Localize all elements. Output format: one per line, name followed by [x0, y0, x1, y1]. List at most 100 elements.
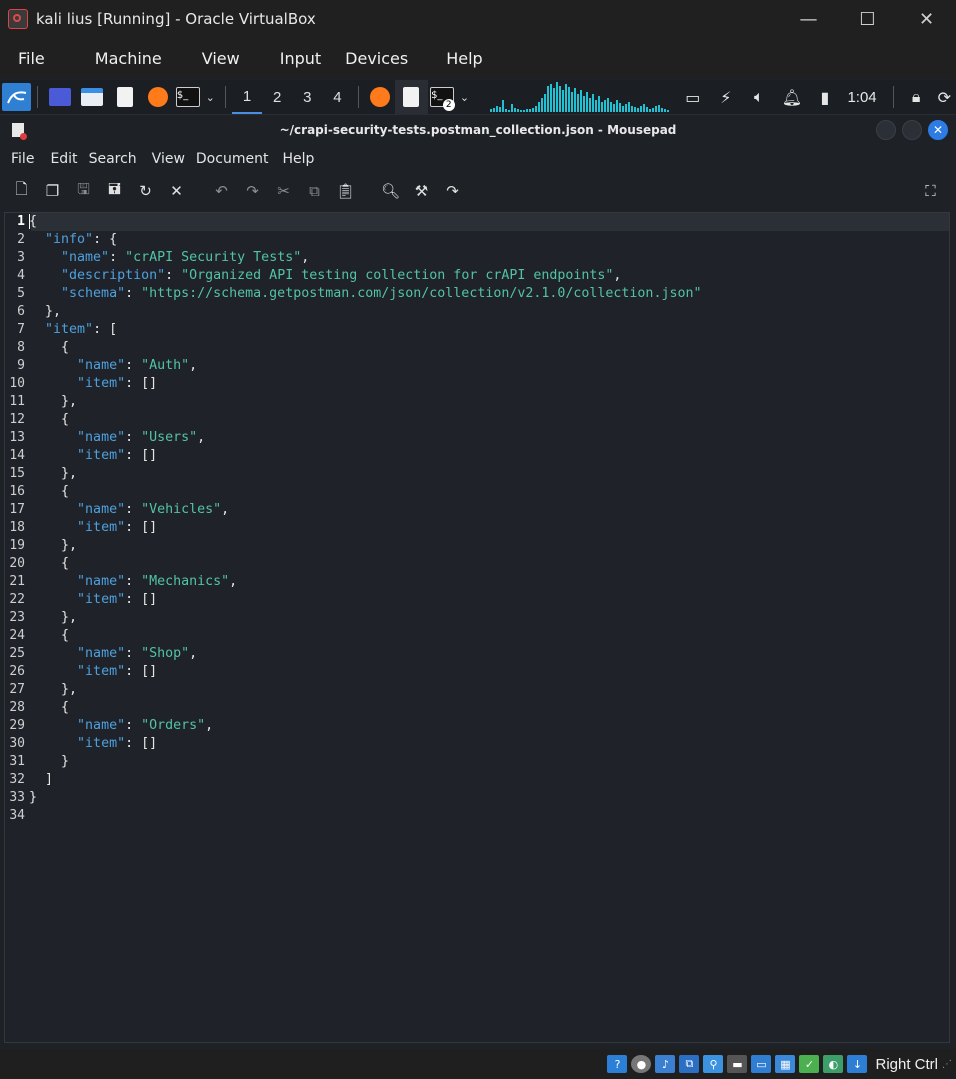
code-line[interactable]: "name": "Shop",: [29, 645, 197, 663]
code-line[interactable]: },: [29, 303, 61, 321]
shared-folders-icon[interactable]: ▬: [727, 1055, 748, 1073]
network-adapter-icon[interactable]: ⧉: [679, 1055, 700, 1073]
code-line[interactable]: {: [29, 699, 69, 717]
code-line[interactable]: "item": []: [29, 375, 157, 393]
find-icon[interactable]: 🔍︎: [375, 176, 406, 206]
file-manager-icon[interactable]: [75, 80, 108, 114]
lock-screen-icon[interactable]: 🔒︎: [900, 80, 933, 114]
chevron-down-icon[interactable]: ⌄: [457, 80, 473, 114]
vbox-menu-input[interactable]: Input: [256, 49, 321, 68]
mouse-integration-icon[interactable]: ↓: [847, 1055, 868, 1073]
code-line[interactable]: "name": "Vehicles",: [29, 501, 229, 519]
taskbar-firefox-icon[interactable]: [365, 80, 394, 114]
cut-icon[interactable]: ✂: [268, 176, 299, 206]
code-line[interactable]: "item": []: [29, 663, 157, 681]
code-line[interactable]: },: [29, 465, 77, 483]
code-line[interactable]: },: [29, 681, 77, 699]
hard-disk-icon[interactable]: ?: [607, 1055, 628, 1073]
code-line[interactable]: "item": []: [29, 591, 157, 609]
menu-edit[interactable]: Edit: [34, 151, 77, 167]
menu-help[interactable]: Help: [268, 151, 314, 167]
code-line[interactable]: "info": {: [29, 231, 117, 249]
undo-icon[interactable]: ↶: [206, 176, 237, 206]
code-line[interactable]: "schema": "https://schema.getpostman.com…: [29, 285, 701, 303]
copy-icon[interactable]: ⧉: [299, 176, 330, 206]
menu-file[interactable]: File: [0, 151, 34, 167]
terminal-icon[interactable]: $_: [174, 80, 201, 114]
new-document-icon[interactable]: 🗋︎: [6, 176, 37, 206]
resize-grip-icon[interactable]: ⋰: [942, 1059, 952, 1070]
code-line[interactable]: {: [29, 411, 69, 429]
workspace-2[interactable]: 2: [262, 80, 292, 114]
vbox-menu-view[interactable]: View: [192, 49, 240, 68]
workspace-4[interactable]: 4: [322, 80, 352, 114]
show-desktop-icon[interactable]: [44, 80, 75, 114]
mousepad-maximize-button[interactable]: [902, 120, 922, 140]
cpu-indicator-icon[interactable]: ◐: [823, 1055, 844, 1073]
recording-icon[interactable]: ▦: [775, 1055, 796, 1073]
code-line[interactable]: },: [29, 393, 77, 411]
fullscreen-icon[interactable]: ⛶: [915, 176, 946, 206]
close-button[interactable]: ✕: [897, 0, 956, 38]
mousepad-close-button[interactable]: ✕: [928, 120, 948, 140]
code-line[interactable]: "name": "Users",: [29, 429, 205, 447]
code-line[interactable]: {: [29, 627, 69, 645]
display-icon[interactable]: ▭: [751, 1055, 772, 1073]
code-line[interactable]: "item": [: [29, 321, 117, 339]
go-to-line-icon[interactable]: ↷: [437, 176, 468, 206]
find-replace-icon[interactable]: ⚒: [406, 176, 437, 206]
firefox-icon[interactable]: [141, 80, 174, 114]
reload-icon[interactable]: ↻: [130, 176, 161, 206]
code-line[interactable]: },: [29, 609, 77, 627]
code-line[interactable]: "item": []: [29, 447, 157, 465]
menu-view[interactable]: View: [137, 151, 185, 167]
code-line[interactable]: "item": []: [29, 735, 157, 753]
code-line[interactable]: "name": "Mechanics",: [29, 573, 237, 591]
code-line[interactable]: ]: [29, 771, 53, 789]
code-line[interactable]: }: [29, 753, 69, 771]
power-manager-icon[interactable]: ⚡: [709, 80, 742, 114]
code-line[interactable]: "description": "Organized API testing co…: [29, 267, 621, 285]
guest-additions-icon[interactable]: ✓: [799, 1055, 820, 1073]
new-window-icon[interactable]: ❐: [37, 176, 68, 206]
clock[interactable]: 1:04: [841, 80, 886, 114]
code-line[interactable]: "name": "Auth",: [29, 357, 197, 375]
maximize-button[interactable]: ☐: [838, 0, 897, 38]
optical-drive-icon[interactable]: ●: [631, 1055, 652, 1073]
code-line[interactable]: {: [29, 213, 37, 231]
network-icon[interactable]: ▭: [676, 80, 709, 114]
notifications-icon[interactable]: 🔔︎: [775, 80, 808, 114]
minimize-button[interactable]: —: [779, 0, 838, 38]
kali-menu-icon[interactable]: [2, 83, 32, 111]
code-line[interactable]: {: [29, 483, 69, 501]
audio-icon[interactable]: ♪: [655, 1055, 676, 1073]
code-line[interactable]: {: [29, 339, 69, 357]
chevron-down-icon[interactable]: ⌄: [202, 80, 219, 114]
logout-icon[interactable]: ⟳: [933, 80, 956, 114]
volume-icon[interactable]: 🔈︎: [742, 80, 775, 114]
battery-icon[interactable]: ▮: [808, 80, 841, 114]
save-icon[interactable]: 🖫︎: [68, 176, 99, 206]
code-line[interactable]: },: [29, 537, 77, 555]
usb-icon[interactable]: ⚲: [703, 1055, 724, 1073]
vbox-menu-file[interactable]: File: [0, 49, 45, 68]
editor-area[interactable]: 1 2 3 4 5 6 7 8 9 10 11 12 13 14 15 16 17 18 19 20 21 22 23 24 2…: [4, 212, 950, 1043]
save-as-icon[interactable]: 🖬︎: [99, 176, 130, 206]
code-line[interactable]: "name": "Orders",: [29, 717, 213, 735]
workspace-3[interactable]: 3: [292, 80, 322, 114]
code-line[interactable]: {: [29, 555, 69, 573]
taskbar-mousepad-icon[interactable]: [394, 80, 428, 114]
text-editor-icon[interactable]: [108, 80, 141, 114]
menu-document[interactable]: Document: [185, 151, 269, 167]
workspace-1[interactable]: 1: [231, 80, 263, 114]
redo-icon[interactable]: ↷: [237, 176, 268, 206]
code-line[interactable]: "name": "crAPI Security Tests",: [29, 249, 309, 267]
menu-search[interactable]: Search: [78, 151, 137, 167]
code-line[interactable]: }: [29, 789, 37, 807]
vbox-menu-devices[interactable]: Devices: [337, 49, 408, 68]
vbox-menu-help[interactable]: Help: [424, 49, 482, 68]
mousepad-minimize-button[interactable]: [876, 120, 896, 140]
close-doc-icon[interactable]: ✕: [161, 176, 192, 206]
code-line[interactable]: "item": []: [29, 519, 157, 537]
paste-icon[interactable]: 📋︎: [330, 176, 361, 206]
